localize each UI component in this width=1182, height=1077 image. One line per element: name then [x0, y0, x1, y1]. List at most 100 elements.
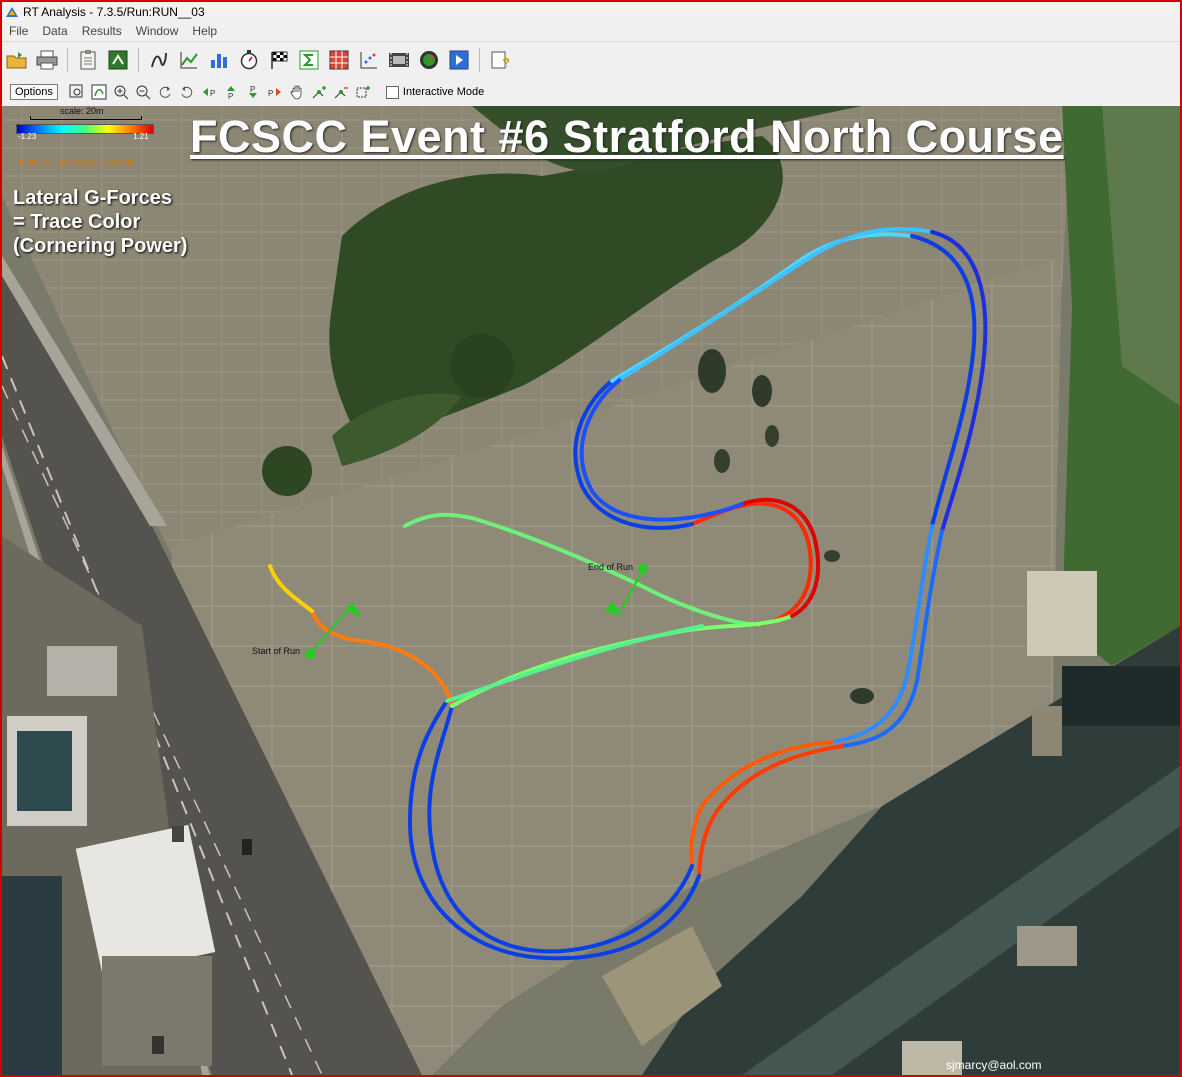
rotate-right-button[interactable]	[178, 83, 196, 101]
help-icon: ?	[491, 51, 510, 70]
svg-text:P: P	[210, 89, 215, 98]
svg-text:P: P	[228, 92, 233, 100]
map-toolbar: Options P P P P Interactive Mode	[2, 78, 1180, 107]
export-icon	[108, 50, 128, 70]
run-range-label: R. RUN__03. 0.00 to 1:45.08	[18, 158, 135, 168]
print-icon	[36, 50, 58, 70]
zoom-out-icon	[136, 85, 151, 100]
title-bar: RT Analysis - 7.3.5/Run:RUN__03	[2, 2, 1180, 21]
clipboard-button[interactable]	[76, 48, 100, 72]
menu-data[interactable]: Data	[35, 24, 74, 38]
toolbar-separator	[479, 48, 480, 72]
svg-text:P: P	[250, 85, 255, 94]
gradient-max-label: 1.21	[133, 132, 149, 141]
author-email: sjmarcy@aol.com	[946, 1058, 1042, 1072]
zoom-in-button[interactable]	[112, 83, 130, 101]
step-up-button[interactable]: P	[222, 83, 240, 101]
start-marker-dot	[305, 649, 315, 659]
draw-icon	[91, 84, 107, 100]
xy-graph-button[interactable]	[177, 48, 201, 72]
bar-chart-icon	[211, 54, 227, 68]
grid-icon	[329, 50, 349, 70]
step-forward-icon: P	[268, 88, 281, 98]
toolbar-separator	[67, 48, 68, 72]
map-overlay-title: FCSCC Event #6 Stratford North Course	[190, 111, 1064, 162]
step-down-button[interactable]: P	[244, 83, 262, 101]
rotate-right-icon	[181, 86, 193, 98]
gauge-button[interactable]	[417, 48, 441, 72]
add-point-button[interactable]	[310, 83, 328, 101]
interactive-mode-label: Interactive Mode	[402, 86, 485, 98]
graph-button[interactable]	[147, 48, 171, 72]
map-view[interactable]: FCSCC Event #6 Stratford North Course sc…	[2, 106, 1180, 1075]
checkered-flag-icon	[271, 51, 288, 69]
end-marker-dot	[638, 564, 648, 574]
open-icon	[6, 52, 27, 69]
scale-bar	[30, 116, 142, 120]
start-of-run-label: Start of Run	[252, 646, 301, 656]
interactive-mode-checkbox[interactable]	[385, 85, 399, 99]
menu-results[interactable]: Results	[75, 24, 129, 38]
pan-hand-icon	[290, 85, 302, 100]
sigma-button[interactable]	[297, 48, 321, 72]
app-icon	[6, 6, 18, 17]
open-button[interactable]	[5, 48, 29, 72]
legend-line: Lateral G-Forces	[13, 187, 172, 209]
step-up-icon: P	[226, 86, 235, 100]
checkered-flag-button[interactable]	[267, 48, 291, 72]
zoom-box-icon	[69, 84, 83, 98]
zoom-box-button[interactable]	[68, 83, 86, 101]
options-button[interactable]: Options	[10, 84, 58, 100]
legend-line: (Cornering Power)	[13, 235, 188, 257]
toolbar-separator	[138, 48, 139, 72]
pan-hand-button[interactable]	[288, 83, 306, 101]
scatter-icon	[360, 52, 377, 69]
zoom-in-icon	[114, 85, 129, 100]
stopwatch-icon	[240, 50, 258, 70]
draw-button[interactable]	[90, 83, 108, 101]
add-region-icon	[356, 86, 370, 98]
step-back-button[interactable]: P	[200, 83, 218, 101]
grid-button[interactable]	[327, 48, 351, 72]
step-back-icon: P	[202, 88, 215, 98]
bar-chart-button[interactable]	[207, 48, 231, 72]
remove-point-button[interactable]	[332, 83, 350, 101]
scatter-button[interactable]	[357, 48, 381, 72]
legend-line: = Trace Color	[13, 211, 141, 233]
rotate-left-button[interactable]	[156, 83, 174, 101]
scale-label: scale: 20m	[60, 106, 104, 116]
add-point-icon	[312, 86, 326, 99]
export-button[interactable]	[106, 48, 130, 72]
app-window: RT Analysis - 7.3.5/Run:RUN__03 File Dat…	[0, 0, 1182, 1077]
gradient-min-label: -1.23	[18, 132, 37, 141]
menu-file[interactable]: File	[2, 24, 35, 38]
graph-icon	[151, 52, 167, 68]
print-button[interactable]	[35, 48, 59, 72]
clipboard-icon	[80, 50, 96, 70]
gauge-icon	[420, 51, 438, 69]
play-button[interactable]	[447, 48, 471, 72]
zoom-out-button[interactable]	[134, 83, 152, 101]
remove-point-icon	[334, 87, 348, 99]
add-region-button[interactable]	[354, 83, 372, 101]
stopwatch-button[interactable]	[237, 48, 261, 72]
step-forward-button[interactable]: P	[266, 83, 284, 101]
film-button[interactable]	[387, 48, 411, 72]
menu-window[interactable]: Window	[129, 24, 186, 38]
sigma-icon	[299, 50, 319, 70]
menu-bar: File Data Results Window Help	[2, 21, 1180, 40]
svg-text:P: P	[268, 89, 273, 98]
rotate-left-icon	[159, 86, 171, 98]
window-title: RT Analysis - 7.3.5/Run:RUN__03	[23, 4, 205, 19]
menu-help[interactable]: Help	[185, 24, 224, 38]
xy-graph-icon	[180, 52, 198, 69]
end-of-run-label: End of Run	[588, 562, 634, 572]
main-toolbar: ?	[2, 41, 1180, 79]
step-down-icon: P	[248, 85, 257, 98]
help-button[interactable]: ?	[488, 48, 512, 72]
film-icon	[389, 53, 409, 67]
svg-text:?: ?	[502, 55, 510, 70]
interactive-mode-toggle[interactable]: Interactive Mode	[385, 85, 485, 99]
lateral-g-legend: Lateral G-Forces = Trace Color (Cornerin…	[13, 186, 187, 258]
play-icon	[449, 50, 469, 70]
